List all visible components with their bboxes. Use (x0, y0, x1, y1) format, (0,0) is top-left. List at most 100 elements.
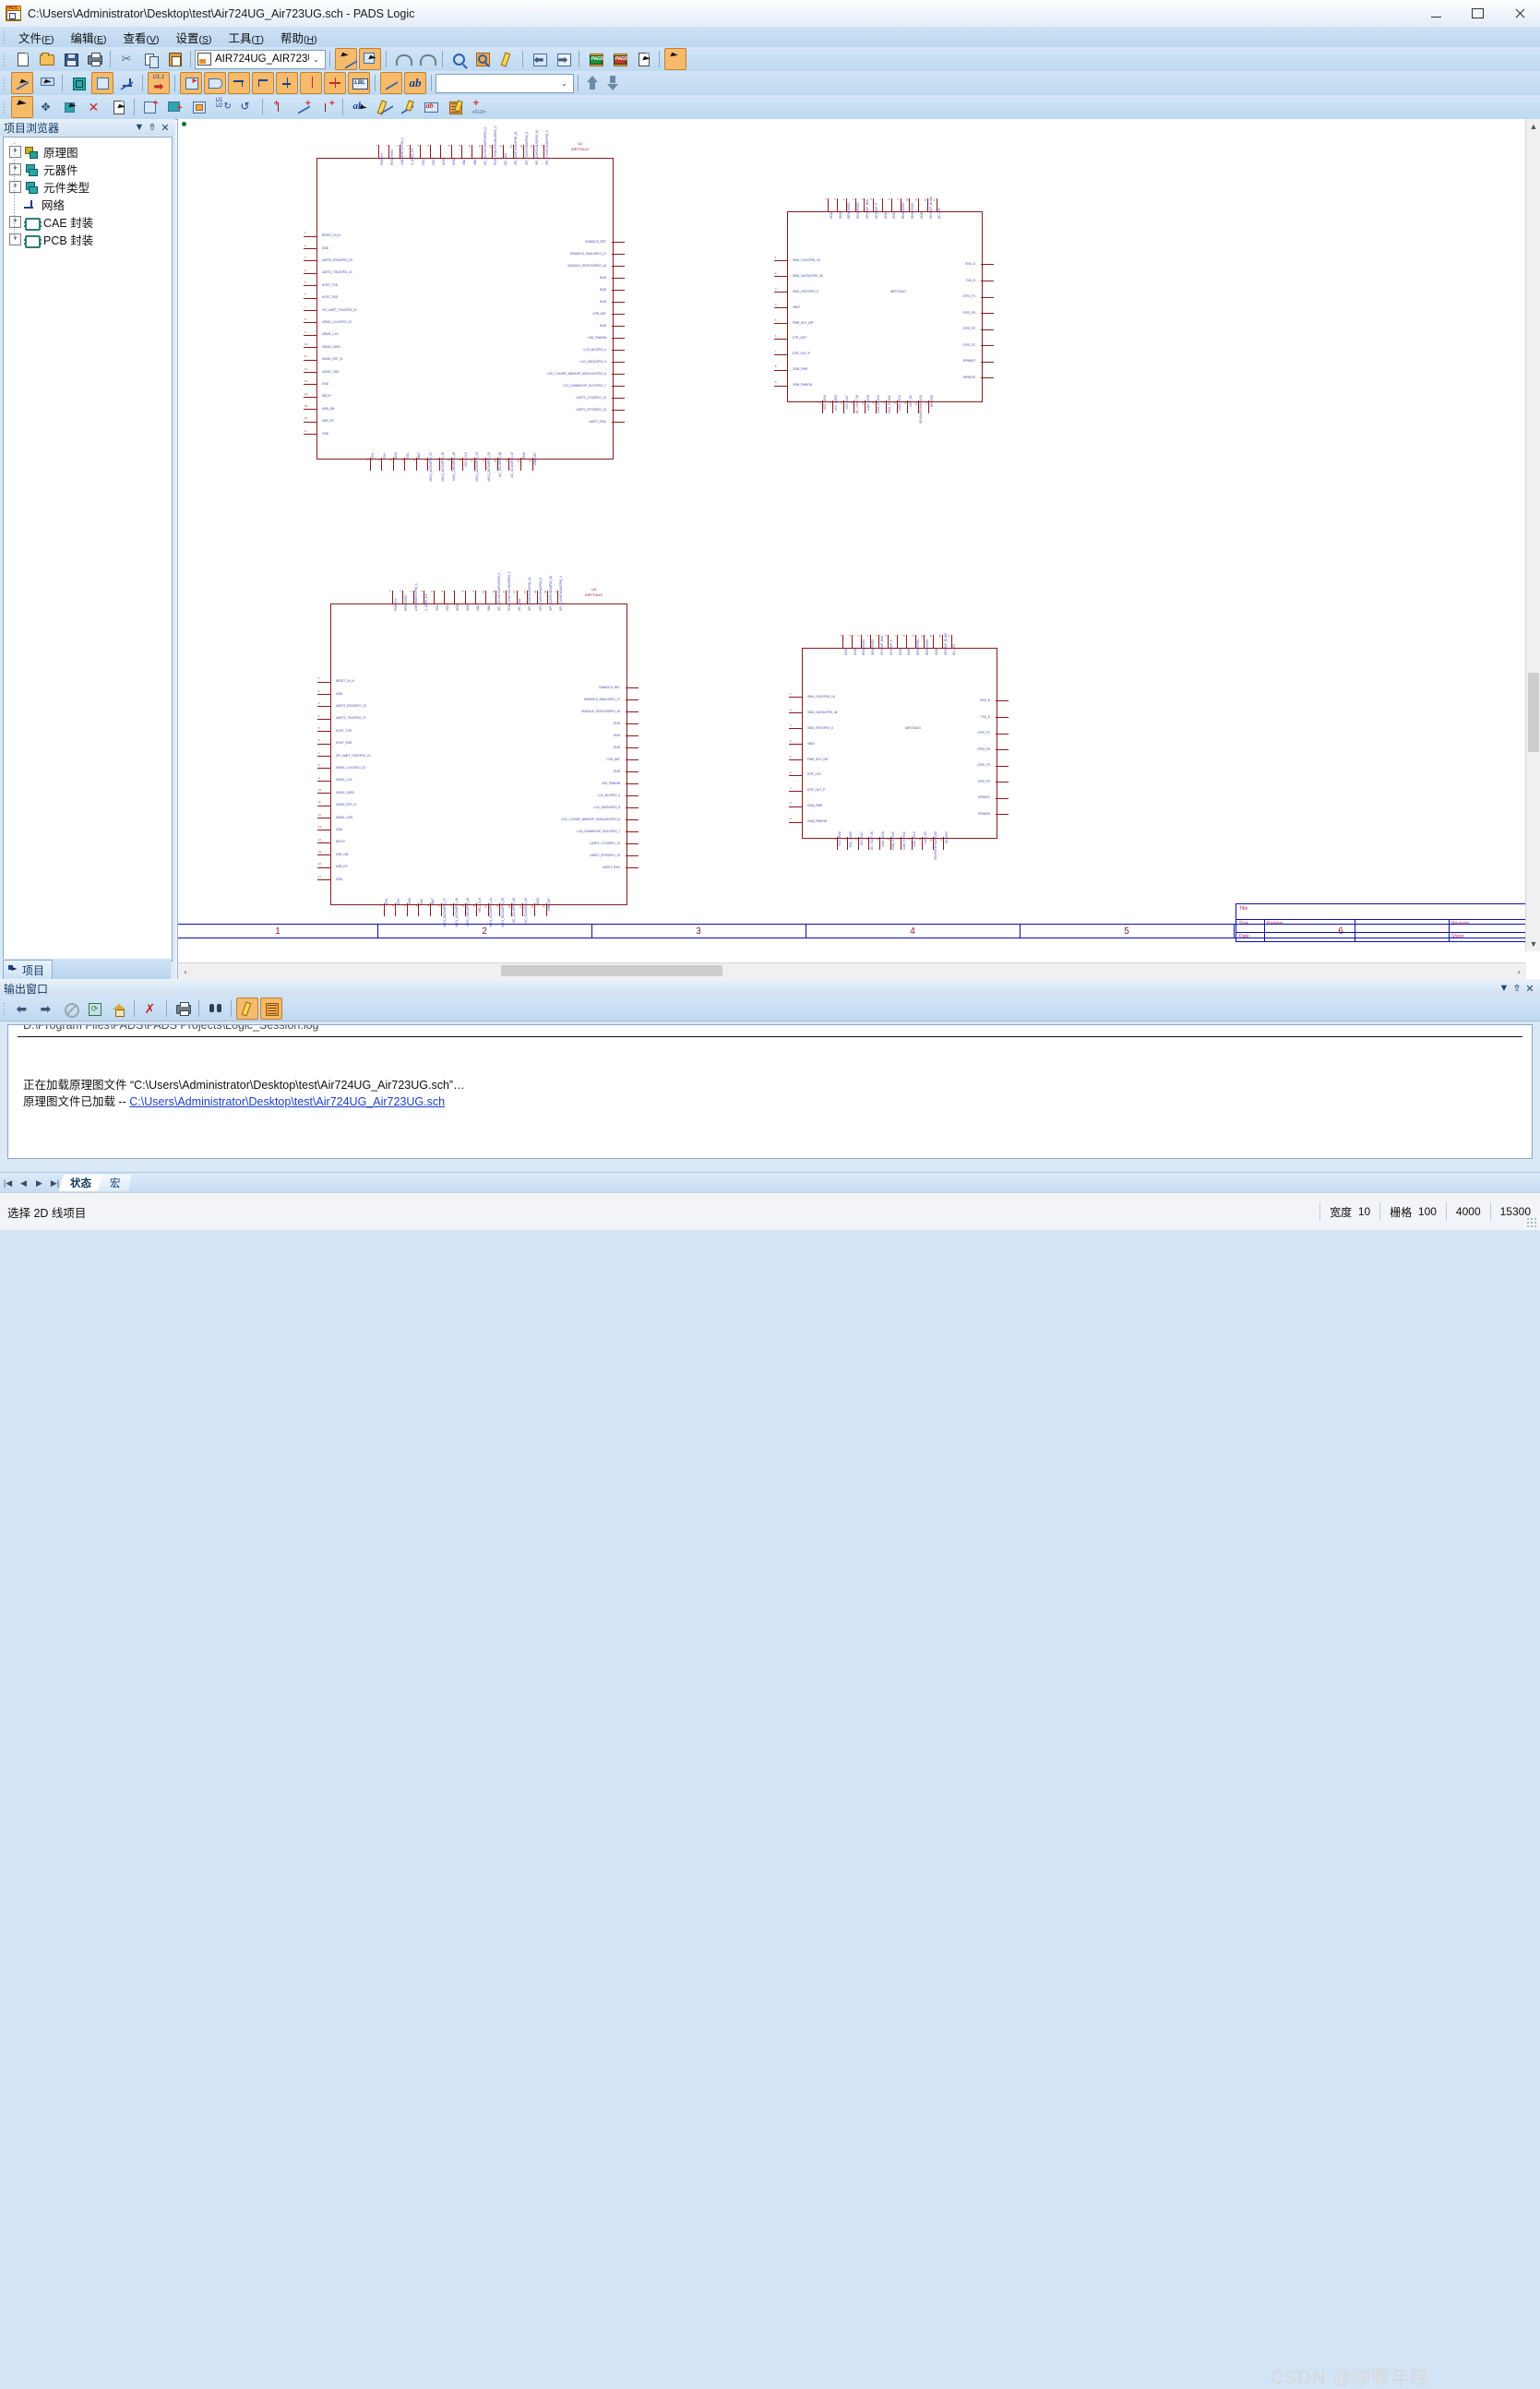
highlight-icon[interactable] (495, 48, 518, 70)
show-log-icon[interactable] (260, 997, 282, 1020)
back-icon[interactable]: ⬅ (11, 997, 33, 1020)
close-button[interactable] (1498, 0, 1540, 27)
add-offpage-icon[interactable] (204, 72, 226, 94)
edit-log-icon[interactable] (236, 997, 258, 1020)
add-ground-icon[interactable] (324, 72, 346, 94)
menu-file[interactable]: 文件(F) (10, 27, 62, 48)
pads-router-icon[interactable] (608, 48, 630, 70)
menu-view[interactable]: 查看(V) (114, 27, 167, 48)
panel-menu-icon[interactable]: ▼ (1498, 983, 1510, 994)
chevron-down-icon[interactable]: ⌄ (309, 55, 323, 64)
add-sheet-icon[interactable] (187, 96, 209, 118)
panel-close-icon[interactable]: ✕ (1523, 983, 1536, 995)
sidebar-item-cae-decals[interactable]: + CAE 封装 (9, 213, 172, 231)
add-part-icon[interactable] (67, 72, 90, 94)
expander-icon[interactable]: + (9, 233, 21, 245)
panel-menu-icon[interactable]: ▼ (133, 122, 146, 133)
select-tool-icon[interactable] (11, 96, 33, 118)
print-icon[interactable] (172, 997, 194, 1020)
symbol-u2[interactable]: AIR723UG SIM1_CLK/GPIO_16 1 SIM1_DA/TA/GPI… (774, 197, 999, 442)
scroll-up-button[interactable]: ▲ (1526, 119, 1540, 134)
add-connection-icon[interactable] (91, 72, 113, 94)
menu-grip[interactable] (3, 30, 6, 43)
edit-graphics-icon[interactable] (396, 96, 418, 118)
output-toolbar-grip[interactable] (3, 1002, 6, 1015)
next-item-button[interactable] (604, 74, 621, 92)
copy-icon[interactable] (139, 48, 161, 70)
measure-icon[interactable] (444, 96, 466, 118)
home-icon[interactable] (107, 997, 129, 1020)
toolbar-grip-design[interactable] (3, 77, 6, 90)
maximize-button[interactable] (1457, 0, 1498, 27)
pads-layout-icon[interactable] (584, 48, 606, 70)
menu-help[interactable]: 帮助(H) (272, 27, 326, 48)
edit-text-icon[interactable] (372, 96, 394, 118)
minimize-button[interactable] (1415, 0, 1457, 27)
zoom-icon[interactable] (448, 48, 470, 70)
forward-icon[interactable]: ➡ (35, 997, 57, 1020)
resize-grip[interactable] (1526, 1217, 1537, 1228)
redo-icon[interactable] (415, 48, 437, 70)
tab-status[interactable]: 状态 (59, 1175, 102, 1191)
output-log-body[interactable]: D:\Program Files\PADS\PADS Projects\Logi… (7, 1024, 1533, 1159)
expander-icon[interactable]: + (9, 163, 21, 175)
add-field-icon[interactable]: + <FLD> (468, 96, 490, 118)
new-file-icon[interactable] (11, 48, 33, 70)
add-bus-icon[interactable] (115, 72, 137, 94)
add-junction-icon[interactable]: + (316, 96, 338, 118)
tab-macro[interactable]: 宏 (99, 1175, 132, 1191)
next-sheet-button[interactable]: ▶ (31, 1178, 47, 1189)
add-part-icon[interactable]: + (139, 96, 161, 118)
menu-tools[interactable]: 工具(T) (221, 27, 272, 48)
previous-sheet-button[interactable]: ◀ (16, 1178, 31, 1189)
sidebar-item-pcb-decals[interactable]: + PCB 封装 (9, 231, 172, 248)
export-icon[interactable]: ➡ (552, 48, 574, 70)
select-mode-icon[interactable] (359, 48, 381, 70)
cut-icon[interactable]: ✂ (115, 48, 137, 70)
schematic-canvas[interactable]: U1 AIR724UG RESET_IN_N 1 GND 2 UART2_RXD/GPI… (178, 119, 1526, 951)
save-file-icon[interactable] (59, 48, 81, 70)
rotate-icon[interactable] (59, 96, 81, 118)
query-attr-icon[interactable]: ab (348, 96, 370, 118)
symbol-u4[interactable]: AIR723UG SIM1_CLK/GPIO_16 1 SIM1_DA/TA/GPI… (789, 633, 1014, 878)
delete-icon[interactable]: ✕ (83, 96, 105, 118)
properties-icon[interactable] (107, 96, 129, 118)
menu-edit[interactable]: 编辑(E) (62, 27, 114, 48)
label-icon[interactable]: LBL (348, 72, 370, 94)
menu-setup[interactable]: 设置(S) (168, 27, 221, 48)
ecad-icon[interactable] (664, 48, 686, 70)
swap-gate-icon[interactable]: ↺ (235, 96, 257, 118)
chevron-down-icon[interactable]: ⌄ (557, 79, 571, 88)
undo-icon[interactable] (391, 48, 413, 70)
expander-icon[interactable]: + (9, 181, 21, 193)
toolbar-grip-standard[interactable] (3, 53, 6, 66)
move-icon[interactable]: ✥ (35, 96, 57, 118)
add-hierarchy-icon[interactable] (228, 72, 250, 94)
canvas-horizontal-scrollbar[interactable]: ‹ › (178, 962, 1526, 979)
scroll-down-button[interactable]: ▼ (1526, 937, 1540, 951)
open-file-icon[interactable] (35, 48, 57, 70)
add-junction-icon[interactable] (276, 72, 298, 94)
save-as-icon[interactable]: ⬅ (528, 48, 550, 70)
swap-ref-icon[interactable]: U1 U2 ↻ (211, 96, 233, 118)
panel-pin-icon[interactable]: ⇮ (1510, 984, 1523, 994)
properties-icon[interactable] (632, 48, 654, 70)
canvas-vertical-scrollbar[interactable]: ▲ ▼ (1525, 119, 1540, 951)
scroll-right-button[interactable]: › (1511, 964, 1526, 978)
rename-ref-icon[interactable]: U1.1 ➡ (148, 72, 170, 94)
add-symbol-icon[interactable]: ▸ (180, 72, 202, 94)
add-terminal-icon[interactable] (252, 72, 274, 94)
search-combo[interactable]: ⌄ (436, 73, 574, 93)
tab-project[interactable]: 项目 (3, 960, 54, 979)
panel-pin-icon[interactable]: ⇮ (146, 123, 159, 133)
add-2d-line-icon[interactable] (380, 72, 402, 94)
clear-icon[interactable]: ✗ (139, 997, 161, 1020)
add-text-icon[interactable]: ab (404, 72, 426, 94)
expander-icon[interactable]: + (9, 216, 21, 228)
find-icon[interactable] (204, 997, 226, 1020)
horizontal-scroll-thumb[interactable] (501, 965, 722, 976)
add-power-icon[interactable] (300, 72, 322, 94)
stop-icon[interactable] (59, 997, 81, 1020)
toolbar-grip-edit[interactable] (3, 101, 6, 113)
vertical-scroll-thumb[interactable] (1528, 673, 1539, 752)
